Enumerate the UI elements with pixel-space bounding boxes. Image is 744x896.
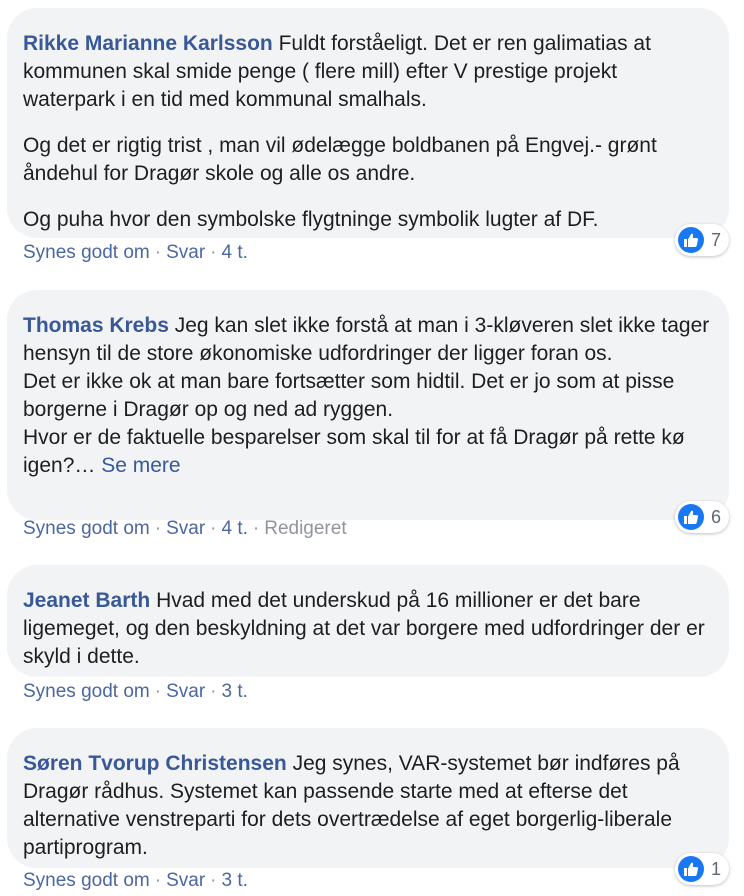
reaction-count[interactable]: 7 [674,224,729,256]
author-name[interactable]: Thomas Krebs [23,314,169,337]
separator: · [154,242,162,263]
reaction-number: 1 [710,858,721,879]
reply-button[interactable]: Svar [166,681,205,702]
comment-paragraph: Og det er rigtig trist , man vil ødelægg… [23,132,713,188]
comment-paragraph: Og puha hvor den symbolske flygtninge sy… [23,206,713,234]
reaction-number: 7 [710,229,721,250]
comment-actions: Synes godt om · Svar · 4 t. [23,242,248,264]
separator: · [252,518,260,539]
separator: · [154,518,162,539]
timestamp[interactable]: 4 t. [221,242,247,263]
like-button[interactable]: Synes godt om [23,870,150,891]
comment-2: Thomas Krebs Jeg kan slet ikke forstå at… [7,290,729,539]
separator: · [210,242,217,263]
thumbs-up-icon [677,504,704,530]
comment-4: Søren Tvorup Christensen Jeg synes, VAR-… [7,728,729,891]
comment-line: Det er ikke ok at man bare fortsætter so… [23,370,675,421]
reaction-number: 6 [710,506,721,527]
reaction-count[interactable]: 1 [674,853,729,885]
timestamp[interactable]: 3 t. [221,870,247,891]
comment-1: Rikke Marianne Karlsson Fuldt forståelig… [7,8,729,263]
thumbs-up-icon [677,856,704,882]
author-name[interactable]: Jeanet Barth [23,589,150,612]
reply-button[interactable]: Svar [166,870,205,891]
like-button[interactable]: Synes godt om [23,681,150,702]
author-name[interactable]: Søren Tvorup Christensen [23,752,287,775]
comment-paragraph: Rikke Marianne Karlsson Fuldt forståelig… [23,30,713,114]
author-name[interactable]: Rikke Marianne Karlsson [23,32,273,55]
timestamp[interactable]: 4 t. [221,518,247,539]
comment-3: Jeanet Barth Hvad med det underskud på 1… [7,565,729,702]
edited-label[interactable]: Redigeret [264,518,346,539]
comment-actions: Synes godt om · Svar · 3 t. [23,681,248,703]
comment-text: Og det er rigtig trist , man vil ødelægg… [23,134,657,185]
like-button[interactable]: Synes godt om [23,518,150,539]
separator: · [210,518,217,539]
separator: · [210,870,217,891]
comment-bubble: Jeanet Barth Hvad med det underskud på 1… [7,565,729,677]
comment-text: Og puha hvor den symbolske flygtninge sy… [23,208,599,231]
separator: · [154,681,162,702]
timestamp[interactable]: 3 t. [221,681,247,702]
comment-bubble: Søren Tvorup Christensen Jeg synes, VAR-… [7,728,729,868]
thumbs-up-icon [677,227,704,253]
separator: · [154,870,162,891]
reply-button[interactable]: Svar [166,518,205,539]
reply-button[interactable]: Svar [166,242,205,263]
reaction-count[interactable]: 6 [674,501,729,533]
see-more-link[interactable]: Se mere [101,454,180,477]
comment-bubble: Rikke Marianne Karlsson Fuldt forståelig… [7,8,729,238]
comment-actions: Synes godt om · Svar · 4 t. · Redigeret [23,518,347,540]
comment-line: Thomas Krebs Jeg kan slet ikke forstå at… [23,312,713,368]
comment-bubble: Thomas Krebs Jeg kan slet ikke forstå at… [7,290,729,520]
like-button[interactable]: Synes godt om [23,242,150,263]
comment-line: Hvor er de faktuelle besparelser som ska… [23,424,713,480]
comment-actions: Synes godt om · Svar · 3 t. [23,870,248,892]
separator: · [210,681,217,702]
